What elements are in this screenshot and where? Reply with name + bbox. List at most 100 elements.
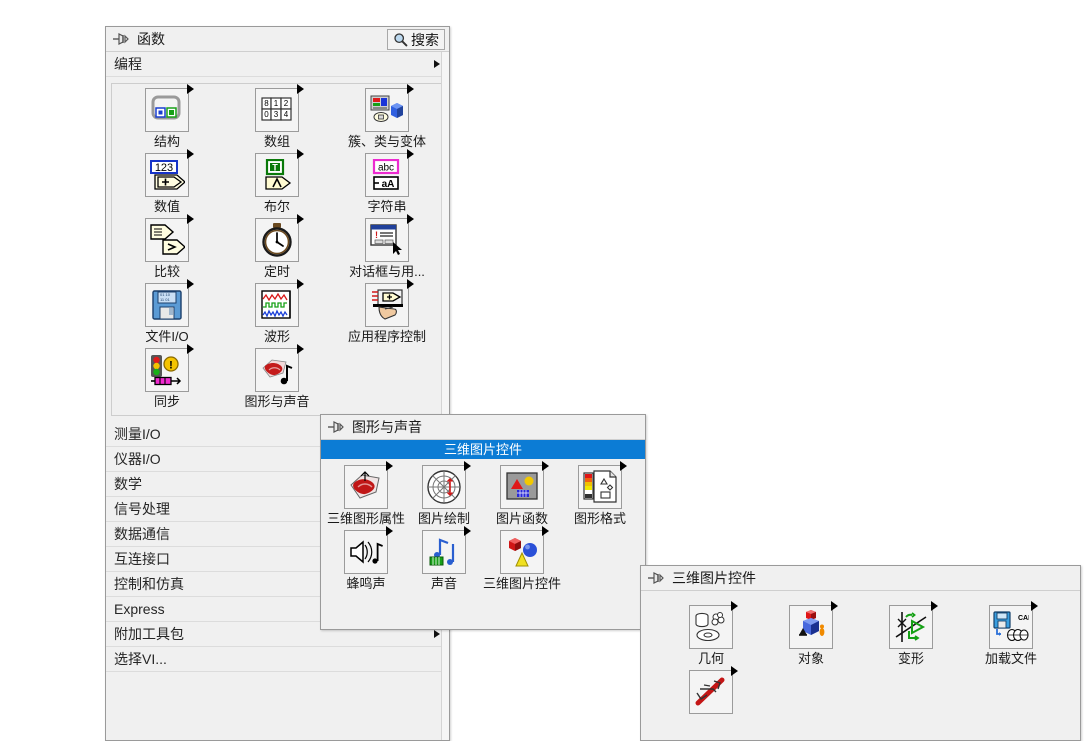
boolean-icon[interactable]: T (255, 149, 304, 197)
sub-palette-arrow-icon (297, 84, 304, 94)
cluster-class-variant-icon[interactable] (365, 84, 414, 132)
palette-item-label: 蜂鸣声 (346, 576, 386, 591)
palette-item-label: 对话框与用... (349, 264, 425, 279)
functions-icon-grid-wrap: 结构 8 1 2 0 3 4 数组 簇、类与变体 123 数值 T 布尔 abc aA 字符串比较 定时! 对话框… (111, 83, 444, 416)
palette-item-geometry-icon[interactable]: 几何 (661, 601, 761, 666)
waveform-icon[interactable] (255, 279, 304, 327)
sub-palette-arrow-icon (542, 461, 549, 471)
synchronization-icon[interactable]: ! (145, 344, 194, 392)
svg-text:8: 8 (264, 99, 269, 108)
sound-icon[interactable] (422, 526, 471, 574)
palette-item-3d-picture-control-icon[interactable]: 三维图片控件 (483, 526, 562, 591)
3d-picture-control-icon[interactable] (500, 526, 549, 574)
palette-item-label: 同步 (153, 394, 180, 409)
geometry-icon[interactable] (689, 601, 738, 649)
palette-item-synchronization-icon[interactable]: ! 同步 (112, 344, 222, 409)
category-row-label: 数据通信 (114, 526, 170, 542)
svg-text:abc: abc (378, 163, 394, 174)
palette-item-graphics-sound-icon[interactable]: 图形与声音 (222, 344, 332, 409)
structures-icon[interactable] (145, 84, 194, 132)
comparison-icon[interactable] (145, 214, 194, 262)
svg-text:!: ! (375, 230, 378, 240)
graphics-formats-icon[interactable] (578, 461, 627, 509)
sub-palette-arrow-icon (187, 84, 194, 94)
transform-icon[interactable] (889, 601, 938, 649)
three-d-picture-control-palette[interactable]: 三维图片控件 几何 对象 变形 CAD 加载文件 (640, 565, 1081, 741)
sub-palette-arrow-icon (297, 344, 304, 354)
helper-tools-icon[interactable] (689, 666, 738, 714)
palette-item-3d-graph-properties-icon[interactable]: 三维图形属性 (327, 461, 405, 526)
sub-palette-arrow-icon (407, 214, 414, 224)
pin-icon[interactable] (647, 571, 665, 585)
category-programming[interactable]: 编程 (106, 52, 449, 77)
palette-item-label: 图片函数 (495, 511, 548, 526)
svg-text:T: T (272, 163, 278, 173)
file-io-icon[interactable]: 01 10 11 01 (145, 279, 194, 327)
palette-item-object-icon[interactable]: 对象 (761, 601, 861, 666)
object-icon[interactable] (789, 601, 838, 649)
palette-item-label: 结构 (153, 134, 180, 149)
graphics-sound-icon[interactable] (255, 344, 304, 392)
palette-item-label: 文件I/O (145, 329, 189, 344)
sub-palette-arrow-icon (407, 84, 414, 94)
graphics-sound-palette[interactable]: 图形与声音 三维图片控件 三维图形属性 图片绘制 图片函数 图形格式 蜂鸣声 声音 三维图片… (320, 414, 646, 630)
palette-item-graphics-formats-icon[interactable]: 图形格式 (561, 461, 639, 526)
graphics-sound-icon-grid: 三维图形属性 图片绘制 图片函数 图形格式蜂鸣声 声音 三维图片控件 (321, 459, 645, 595)
palette-item-transform-icon[interactable]: 变形 (861, 601, 961, 666)
palette-item-picture-functions-icon[interactable]: 图片函数 (483, 461, 561, 526)
palette-item-beep-icon[interactable]: 蜂鸣声 (327, 526, 405, 591)
string-icon[interactable]: abc aA (365, 149, 414, 197)
palette-item-label: 数组 (263, 134, 290, 149)
dialog-user-interface-icon[interactable]: ! (365, 214, 414, 262)
sub-palette-arrow-icon (187, 214, 194, 224)
3d-graph-properties-icon[interactable] (344, 461, 393, 509)
palette-item-comparison-icon[interactable]: 比较 (112, 214, 222, 279)
sub-palette-arrow-icon (464, 526, 471, 536)
pin-icon[interactable] (327, 420, 345, 434)
application-control-icon[interactable] (365, 279, 414, 327)
palette-item-dialog-user-interface-icon[interactable]: ! 对话框与用... (332, 214, 442, 279)
palette-item-label: 三维图片控件 (483, 576, 562, 591)
functions-palette[interactable]: 函数 搜索 编程 结构 8 1 2 0 3 4 数组 簇、类与变体 123 数值 T 布尔 abc aA 字符… (105, 26, 450, 741)
category-row-label: Express (114, 601, 165, 617)
category-row-9[interactable]: 选择VI... (106, 647, 449, 672)
palette-item-file-io-icon[interactable]: 01 10 11 01 文件I/O (112, 279, 222, 344)
beep-icon[interactable] (344, 526, 393, 574)
palette-item-label: 图形与声音 (244, 394, 310, 409)
palette-item-cluster-class-variant-icon[interactable]: 簇、类与变体 (332, 84, 442, 149)
functions-palette-title: 函数 (137, 31, 165, 47)
category-row-label: 仪器I/O (114, 451, 161, 467)
palette-item-timing-icon[interactable]: 定时 (222, 214, 332, 279)
svg-text:CAD: CAD (1018, 615, 1029, 622)
palette-item-picture-plot-icon[interactable]: 图片绘制 (405, 461, 483, 526)
sub-palette-arrow-icon (297, 149, 304, 159)
palette-item-structures-icon[interactable]: 结构 (112, 84, 222, 149)
load-file-icon[interactable]: CAD (989, 601, 1038, 649)
vertical-scrollbar[interactable] (441, 52, 449, 740)
picture-plot-icon[interactable] (422, 461, 471, 509)
palette-item-label: 声音 (430, 576, 457, 591)
search-button[interactable]: 搜索 (387, 29, 445, 50)
palette-tooltip-bar: 三维图片控件 (321, 440, 645, 459)
palette-item-boolean-icon[interactable]: T 布尔 (222, 149, 332, 214)
chevron-right-icon (434, 60, 440, 68)
palette-item-load-file-icon[interactable]: CAD 加载文件 (961, 601, 1061, 666)
search-button-label: 搜索 (411, 31, 439, 48)
pin-icon[interactable] (112, 32, 130, 46)
array-icon[interactable]: 812 034 (255, 84, 304, 132)
palette-item-application-control-icon[interactable]: 应用程序控制 (332, 279, 442, 344)
palette-item-waveform-icon[interactable]: 波形 (222, 279, 332, 344)
palette-item-string-icon[interactable]: abc aA 字符串 (332, 149, 442, 214)
palette-item-helper-tools-icon[interactable] (661, 666, 761, 714)
palette-item-numeric-icon[interactable]: 123 数值 (112, 149, 222, 214)
palette-item-label: 波形 (263, 329, 290, 344)
svg-text:2: 2 (284, 99, 289, 108)
picture-functions-icon[interactable] (500, 461, 549, 509)
sub-palette-arrow-icon (1031, 601, 1038, 611)
sub-palette-arrow-icon (731, 601, 738, 611)
palette-item-sound-icon[interactable]: 声音 (405, 526, 483, 591)
numeric-icon[interactable]: 123 (145, 149, 194, 197)
timing-icon[interactable] (255, 214, 304, 262)
sub-palette-arrow-icon (187, 149, 194, 159)
palette-item-array-icon[interactable]: 8 1 2 0 3 4 数组 (222, 84, 332, 149)
